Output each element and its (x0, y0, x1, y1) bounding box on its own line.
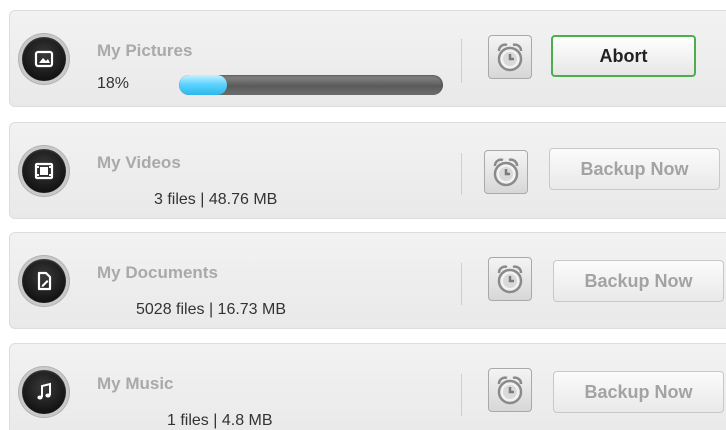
schedule-button[interactable] (488, 368, 532, 412)
abort-button[interactable]: Abort (551, 35, 696, 77)
film-icon (22, 149, 66, 193)
backup-item-my-videos: My Videos 3 files | 48.76 MB Backup Now (9, 122, 726, 219)
backup-now-button[interactable]: Backup Now (549, 148, 720, 190)
progress-bar (179, 75, 443, 95)
backup-item-name: My Documents (97, 263, 218, 282)
alarm-clock-icon (497, 376, 523, 405)
progress-percent: 18% (97, 75, 130, 92)
backup-item-my-music: My Music 1 files | 4.8 MB Backup Now (9, 343, 726, 430)
music-note-icon (22, 370, 66, 414)
backup-now-button[interactable]: Backup Now (553, 371, 724, 413)
backup-list: My Pictures 18% Abort My Videos 3 files … (0, 0, 726, 430)
schedule-button[interactable] (484, 150, 528, 194)
backup-item-info: 1 files | 4.8 MB (167, 412, 273, 429)
divider (461, 39, 462, 83)
backup-item-name: My Pictures (97, 41, 193, 60)
alarm-clock-icon (497, 43, 523, 72)
divider (461, 153, 462, 195)
document-icon (22, 259, 66, 303)
backup-item-info: 3 files | 48.76 MB (154, 191, 278, 208)
backup-item-name: My Music (97, 374, 174, 393)
picture-icon (22, 37, 66, 81)
divider (461, 263, 462, 305)
progress-bar-fill (179, 75, 227, 95)
backup-item-info: 5028 files | 16.73 MB (136, 301, 287, 318)
backup-item-my-documents: My Documents 5028 files | 16.73 MB Backu… (9, 232, 726, 329)
schedule-button[interactable] (488, 257, 532, 301)
schedule-button[interactable] (488, 35, 532, 79)
backup-now-button[interactable]: Backup Now (553, 260, 724, 302)
alarm-clock-icon (497, 265, 523, 294)
alarm-clock-icon (493, 158, 519, 187)
backup-item-my-pictures: My Pictures 18% Abort (9, 10, 726, 107)
divider (461, 374, 462, 416)
backup-item-name: My Videos (97, 153, 181, 172)
